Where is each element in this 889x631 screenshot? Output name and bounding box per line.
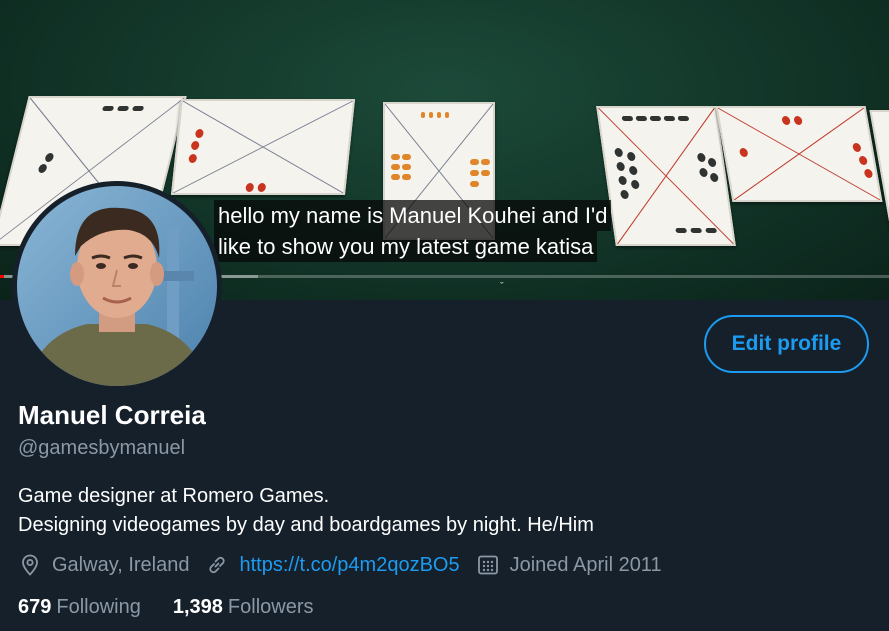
followers-label: Followers: [227, 596, 314, 618]
game-card: [715, 106, 883, 202]
followers-count: 1,398: [172, 596, 223, 618]
video-progress-fill: [0, 275, 5, 278]
profile-url-link[interactable]: https://t.co/p4m2qozBO5: [239, 554, 459, 577]
edit-profile-button[interactable]: Edit profile: [704, 315, 869, 373]
profile-link: https://t.co/p4m2qozBO5: [205, 553, 460, 577]
profile-location: Galway, Ireland: [18, 553, 189, 577]
profile-bio: Game designer at Romero Games. Designing…: [18, 482, 594, 540]
profile-handle: @gamesbymanuel: [18, 437, 186, 459]
game-card: [596, 106, 736, 246]
avatar[interactable]: [12, 181, 222, 391]
avatar-image: [17, 186, 217, 386]
location-text: Galway, Ireland: [52, 553, 190, 576]
followers-link[interactable]: 1,398 Followers: [173, 596, 314, 619]
link-icon: [205, 553, 229, 577]
profile-meta: Galway, Ireland https://t.co/p4m2qozBO5 …: [18, 551, 678, 579]
caption-line-2: like to show you my latest game katisa: [214, 231, 598, 262]
chevron-down-icon[interactable]: ˇ: [500, 281, 504, 293]
profile-page: hello my name is Manuel Kouhei and I'd l…: [0, 0, 889, 631]
following-label: Following: [56, 596, 141, 618]
video-caption: hello my name is Manuel Kouhei and I'd l…: [214, 200, 612, 262]
following-link[interactable]: 679 Following: [18, 596, 141, 619]
location-pin-icon: [18, 553, 42, 577]
game-card: [170, 99, 356, 195]
joined-text: Joined April 2011: [509, 553, 662, 576]
profile-joined: Joined April 2011: [476, 553, 662, 577]
caption-line-1: hello my name is Manuel Kouhei and I'd: [214, 200, 612, 231]
profile-stats: 679 Following 1,398 Followers: [18, 596, 346, 619]
calendar-icon: [476, 553, 500, 577]
profile-name: Manuel Correia: [18, 400, 206, 430]
following-count: 679: [18, 596, 52, 618]
bio-line-2: Designing videogames by day and boardgam…: [18, 514, 594, 536]
bio-line-1: Game designer at Romero Games.: [18, 485, 330, 507]
